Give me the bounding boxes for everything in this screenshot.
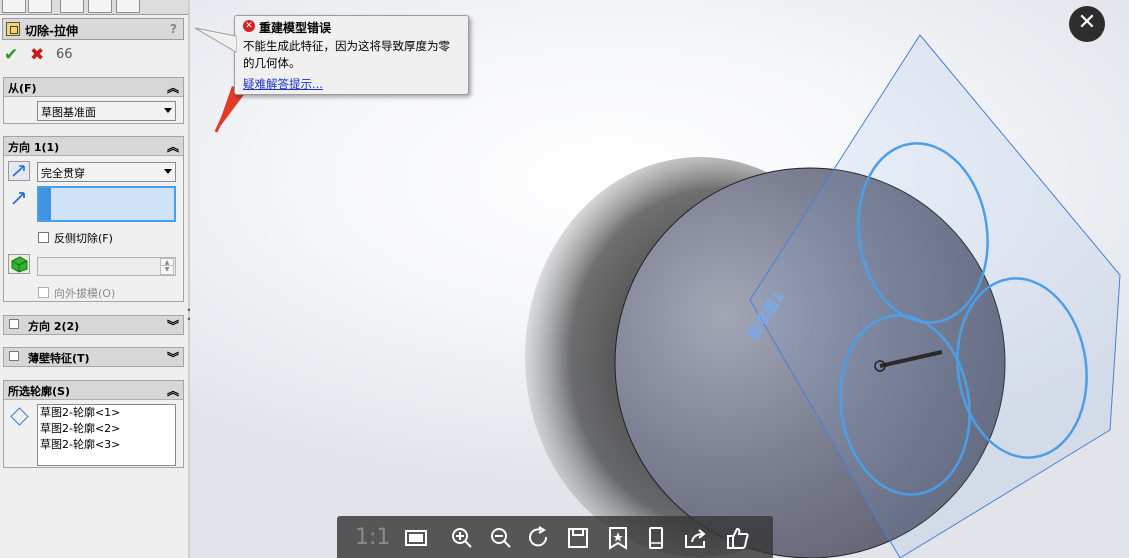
collapse-icon: ︽ [166,384,179,398]
flip-side-checkbox[interactable] [38,232,49,243]
spin-down-icon[interactable]: ▼ [160,265,174,275]
list-item[interactable]: 草图2-轮廓<3> [38,437,175,453]
share-svg [685,529,706,548]
zoom-in-icon[interactable] [449,525,475,551]
image-viewer-toolbar: 1:1 [337,516,773,558]
bookmark-svg [609,527,627,550]
direction1-group: 方向 1(1) ︽ 完全贯穿 反侧切除(F) ▲ ▼ 向外拔模(O) [3,136,184,302]
end-condition-value: 完全贯穿 [41,167,85,180]
contour-icon [10,407,29,426]
property-manager-tab[interactable] [28,0,52,13]
property-manager: 切除-拉伸 ? ✔ ✖ 66 从(F) ︽ 草图基准面 方向 1(1) ︽ 完全… [0,0,189,558]
list-item[interactable]: 草图2-轮廓<2> [38,421,175,437]
direction2-checkbox[interactable] [9,319,19,329]
from-group-header[interactable]: 从(F) ︽ [4,78,183,97]
save-icon[interactable] [565,525,591,551]
cancel-button[interactable]: ✖ [30,45,44,65]
thin-feature-group: 薄壁特征(T) ︾ [3,347,184,367]
fit-screen-svg [405,530,427,546]
close-icon: ✕ [1077,10,1097,35]
error-icon: ✕ [243,20,255,32]
help-button[interactable]: ? [170,22,177,36]
detailed-preview-button[interactable]: 66 [56,45,73,65]
flip-side-label: 反侧切除(F) [54,232,113,245]
thin-feature-group-header[interactable]: 薄壁特征(T) ︾ [4,348,183,366]
close-viewer-button[interactable]: ✕ [1069,6,1105,42]
tooltip-title: 重建模型错误 [259,21,332,35]
share-icon[interactable] [683,525,709,551]
collapse-icon: ︽ [166,140,179,154]
draft-angle-spinner[interactable]: ▲ ▼ [37,257,176,276]
configuration-manager-tab[interactable] [60,0,84,13]
from-group: 从(F) ︽ 草图基准面 [3,77,184,124]
chevron-down-icon [164,108,172,113]
thumbs-up-svg [727,527,749,549]
manager-tabs [0,0,188,15]
tooltip-tail [195,27,237,53]
reverse-direction-icon [12,165,25,177]
direction2-group: 方向 2(2) ︾ [3,315,184,335]
end-condition-select[interactable]: 完全贯穿 [37,162,176,182]
expand-icon: ︾ [166,351,179,365]
selection-strip [39,188,51,220]
expand-icon: ︾ [166,319,179,333]
bookmark-icon[interactable] [605,525,631,551]
device-icon[interactable] [643,525,669,551]
collapse-icon: ︽ [166,81,179,95]
contours-group-title: 所选轮廓(S) [8,385,70,398]
red-arrow-shaft [214,89,237,133]
tooltip-message: 不能生成此特征，因为这将导致厚度为零的几何体。 [243,39,450,70]
contours-group-header[interactable]: 所选轮廓(S) ︽ [4,381,183,400]
zoom-in-svg [452,528,472,548]
feature-title: 切除-拉伸 [25,24,78,38]
draft-icon [11,256,28,273]
rotate-svg [529,526,548,547]
fit-screen-icon[interactable] [403,525,429,551]
chevron-down-icon [164,169,172,174]
draft-outward-label: 向外拔模(O) [54,287,116,300]
feature-title-bar: 切除-拉伸 ? [2,18,184,40]
draft-outward-checkbox[interactable] [38,287,49,298]
direction1-group-header[interactable]: 方向 1(1) ︽ [4,137,183,156]
contours-list[interactable]: 草图2-轮廓<1> 草图2-轮廓<2> 草图2-轮廓<3> [37,404,176,466]
rebuild-error-tooltip: ✕ 重建模型错误 不能生成此特征，因为这将导致厚度为零的几何体。 疑难解答提示.… [195,15,469,95]
selected-contours-group: 所选轮廓(S) ︽ 草图2-轮廓<1> 草图2-轮廓<2> 草图2-轮廓<3> [3,380,184,468]
rotate-icon[interactable] [527,525,553,551]
list-item[interactable]: 草图2-轮廓<1> [38,405,175,421]
thumbs-up-icon[interactable] [725,525,751,551]
direction-vector-icon [12,192,25,205]
thin-feature-group-title: 薄壁特征(T) [28,352,90,365]
dimxpert-tab[interactable] [88,0,112,13]
cut-extrude-icon [6,22,20,36]
device-svg [649,527,663,549]
from-select[interactable]: 草图基准面 [37,101,176,121]
draft-toggle-button[interactable] [8,254,30,274]
from-group-title: 从(F) [8,82,37,95]
troubleshoot-link[interactable]: 疑难解答提示... [243,76,323,92]
feature-manager-tab[interactable] [2,0,26,13]
direction-selection-box[interactable] [37,186,176,222]
direction2-group-title: 方向 2(2) [28,320,80,333]
ok-button[interactable]: ✔ [4,45,18,65]
actual-size-button[interactable]: 1:1 [355,525,390,551]
thin-feature-checkbox[interactable] [9,351,19,361]
save-svg [568,528,588,548]
reverse-direction-button[interactable] [8,161,30,181]
zoom-out-svg [491,528,511,548]
direction2-group-header[interactable]: 方向 2(2) ︾ [4,316,183,334]
zoom-out-icon[interactable] [488,525,514,551]
direction1-group-title: 方向 1(1) [8,141,60,154]
from-select-value: 草图基准面 [41,106,96,119]
display-manager-tab[interactable] [116,0,140,13]
